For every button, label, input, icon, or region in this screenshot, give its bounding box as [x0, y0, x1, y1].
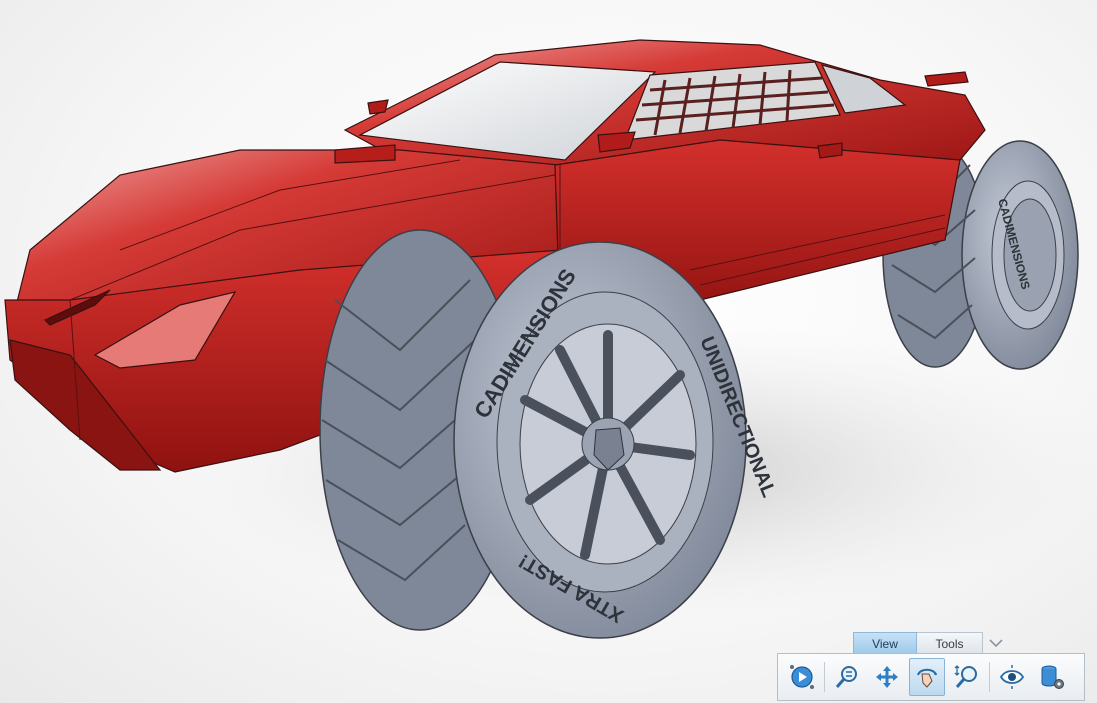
- database-settings-icon: [1041, 665, 1064, 689]
- rotate-button[interactable]: [909, 658, 945, 696]
- action-bar-tabs: View Tools: [853, 632, 983, 654]
- toolbar-separator: [824, 662, 825, 692]
- normal-view-icon: [999, 665, 1025, 689]
- zoom-fit-button[interactable]: [829, 658, 865, 696]
- database-settings-button[interactable]: [1034, 658, 1070, 696]
- view-toolbar: [777, 653, 1085, 701]
- collapse-button[interactable]: [987, 634, 1005, 652]
- 3d-viewport[interactable]: CADIMENSIONS UNIDIRECTIONAL XTRA FAST! C…: [0, 0, 1097, 703]
- zoom-fit-icon: [835, 666, 857, 688]
- tab-tools[interactable]: Tools: [917, 632, 983, 654]
- car-model[interactable]: CADIMENSIONS UNIDIRECTIONAL XTRA FAST! C…: [0, 0, 1097, 703]
- pan-button[interactable]: [869, 658, 905, 696]
- toolbar-separator: [989, 662, 990, 692]
- view-action-bar: View Tools: [777, 632, 1097, 703]
- rotate-icon: [917, 668, 937, 688]
- tab-view[interactable]: View: [853, 632, 917, 654]
- fly-through-button[interactable]: [784, 658, 820, 696]
- chevron-down-icon: [989, 639, 1003, 648]
- zoom-icon: [954, 665, 977, 688]
- zoom-button[interactable]: [949, 658, 985, 696]
- normal-view-button[interactable]: [994, 658, 1030, 696]
- fly-through-icon: [790, 665, 814, 689]
- pan-icon: [876, 666, 898, 688]
